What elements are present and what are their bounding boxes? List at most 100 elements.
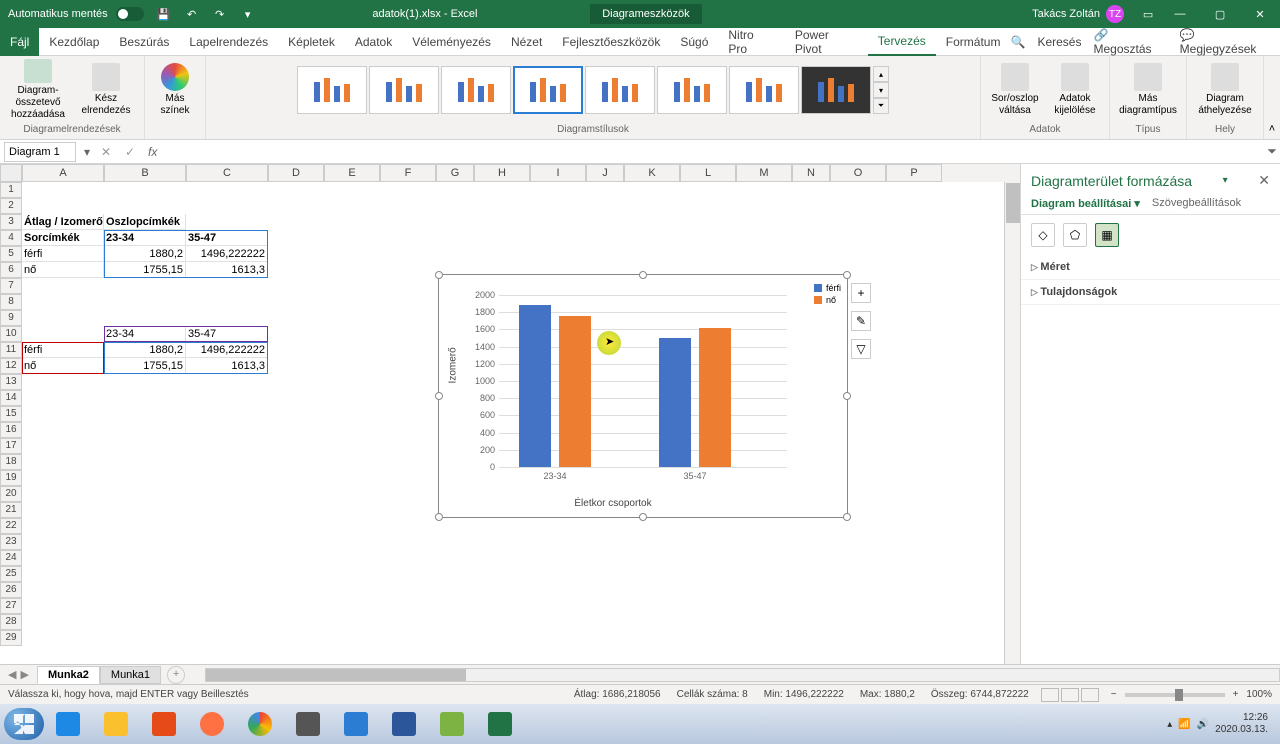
plot-area[interactable]: ➤ 02004006008001000120014001600180020002…: [499, 295, 787, 467]
row-header[interactable]: 28: [0, 614, 22, 630]
tab-file[interactable]: Fájl: [0, 28, 39, 56]
row-header[interactable]: 4: [0, 230, 22, 246]
cell[interactable]: 1880,2: [104, 246, 186, 262]
name-box-dropdown-icon[interactable]: ▾: [80, 145, 94, 159]
col-header[interactable]: J: [586, 164, 624, 182]
pane-tab-chart-options[interactable]: Diagram beállításai ▾: [1031, 197, 1140, 210]
resize-handle[interactable]: [435, 513, 443, 521]
sheet-tab-active[interactable]: Munka2: [37, 666, 100, 684]
tab-insert[interactable]: Beszúrás: [109, 28, 179, 56]
select-data-button[interactable]: Adatok kijelölése: [1047, 59, 1103, 121]
chart-filters-button[interactable]: ▽: [851, 339, 871, 359]
row-header[interactable]: 16: [0, 422, 22, 438]
tab-developer[interactable]: Fejlesztőeszközök: [552, 28, 670, 56]
tab-help[interactable]: Súgó: [670, 28, 718, 56]
cell[interactable]: férfi: [22, 342, 104, 358]
vertical-scrollbar[interactable]: [1004, 182, 1020, 664]
chart-styles-button[interactable]: ✎: [851, 311, 871, 331]
row-header[interactable]: 9: [0, 310, 22, 326]
row-header[interactable]: 20: [0, 486, 22, 502]
col-header[interactable]: C: [186, 164, 268, 182]
save-icon[interactable]: 💾: [152, 0, 176, 28]
task-ie[interactable]: [46, 708, 90, 740]
cell[interactable]: Sorcímkék: [22, 230, 104, 246]
chart-bar[interactable]: [699, 328, 731, 467]
col-header[interactable]: P: [886, 164, 942, 182]
task-word[interactable]: [382, 708, 426, 740]
tray-volume-icon[interactable]: 🔊: [1197, 719, 1209, 730]
search-icon[interactable]: 🔍: [1010, 35, 1025, 49]
tab-view[interactable]: Nézet: [501, 28, 552, 56]
size-properties-icon[interactable]: ▦: [1095, 223, 1119, 247]
tab-data[interactable]: Adatok: [345, 28, 402, 56]
view-page-break-icon[interactable]: [1081, 688, 1099, 702]
row-header[interactable]: 6: [0, 262, 22, 278]
task-app1[interactable]: [286, 708, 330, 740]
cell[interactable]: 1613,3: [186, 358, 268, 374]
resize-handle[interactable]: [639, 513, 647, 521]
user-avatar[interactable]: TZ: [1106, 5, 1124, 23]
row-header[interactable]: 8: [0, 294, 22, 310]
cell[interactable]: 23-34: [104, 326, 186, 342]
resize-handle[interactable]: [843, 392, 851, 400]
tray-network-icon[interactable]: 📶: [1178, 719, 1190, 730]
row-header[interactable]: 26: [0, 582, 22, 598]
select-all-cells[interactable]: [0, 164, 22, 182]
col-header[interactable]: M: [736, 164, 792, 182]
tab-pagelayout[interactable]: Lapelrendezés: [179, 28, 278, 56]
col-header[interactable]: D: [268, 164, 324, 182]
row-header[interactable]: 2: [0, 198, 22, 214]
qat-customize-icon[interactable]: ▾: [236, 0, 260, 28]
share-button[interactable]: 🔗 Megosztás: [1093, 28, 1167, 56]
view-normal-icon[interactable]: [1041, 688, 1059, 702]
zoom-level[interactable]: 100%: [1246, 689, 1272, 700]
task-excel[interactable]: [478, 708, 522, 740]
cell[interactable]: 1755,15: [104, 358, 186, 374]
cell[interactable]: nő: [22, 358, 104, 374]
row-header[interactable]: 18: [0, 454, 22, 470]
row-header[interactable]: 22: [0, 518, 22, 534]
task-firefox[interactable]: [190, 708, 234, 740]
row-header[interactable]: 3: [0, 214, 22, 230]
col-header[interactable]: A: [22, 164, 104, 182]
styles-scroll-up-icon[interactable]: ▴: [873, 66, 889, 82]
search-label[interactable]: Keresés: [1037, 35, 1081, 49]
styles-more-icon[interactable]: ⏷: [873, 98, 889, 114]
chart-style-5[interactable]: [585, 66, 655, 114]
name-box[interactable]: Diagram 1: [4, 142, 76, 162]
maximize-button[interactable]: ▢: [1200, 0, 1240, 28]
col-header[interactable]: K: [624, 164, 680, 182]
sheet-nav-next-icon[interactable]: ▶: [20, 668, 28, 681]
chart-style-6[interactable]: [657, 66, 727, 114]
tab-nitro[interactable]: Nitro Pro: [718, 28, 785, 56]
col-header[interactable]: N: [792, 164, 830, 182]
autosave-toggle[interactable]: [116, 7, 144, 21]
cell[interactable]: 35-47: [186, 326, 268, 342]
row-header[interactable]: 19: [0, 470, 22, 486]
task-chrome[interactable]: [238, 708, 282, 740]
sheet-nav-prev-icon[interactable]: ◀: [8, 668, 16, 681]
chart-bar[interactable]: [519, 305, 551, 467]
styles-scroll-down-icon[interactable]: ▾: [873, 82, 889, 98]
cancel-formula-icon[interactable]: ✕: [94, 145, 118, 159]
row-header[interactable]: 10: [0, 326, 22, 342]
row-header[interactable]: 15: [0, 406, 22, 422]
col-header[interactable]: L: [680, 164, 736, 182]
chart-object[interactable]: + ✎ ▽ férfi nő Izomerő ➤ 020040060080010…: [438, 274, 848, 518]
row-header[interactable]: 21: [0, 502, 22, 518]
effects-icon[interactable]: ⬠: [1063, 223, 1087, 247]
zoom-slider[interactable]: [1125, 693, 1225, 697]
row-header[interactable]: 13: [0, 374, 22, 390]
row-header[interactable]: 11: [0, 342, 22, 358]
change-chart-type-button[interactable]: Más diagramtípus: [1116, 59, 1180, 121]
chart-style-2[interactable]: [369, 66, 439, 114]
row-header[interactable]: 17: [0, 438, 22, 454]
view-page-layout-icon[interactable]: [1061, 688, 1079, 702]
cell[interactable]: 1613,3: [186, 262, 268, 278]
resize-handle[interactable]: [843, 513, 851, 521]
change-colors-button[interactable]: Más színek: [151, 59, 199, 121]
col-header[interactable]: F: [380, 164, 436, 182]
chart-style-7[interactable]: [729, 66, 799, 114]
cell[interactable]: 23-34: [104, 230, 186, 246]
worksheet[interactable]: ABCDEFGHIJKLMNOP 12345678910111213141516…: [0, 164, 1020, 664]
